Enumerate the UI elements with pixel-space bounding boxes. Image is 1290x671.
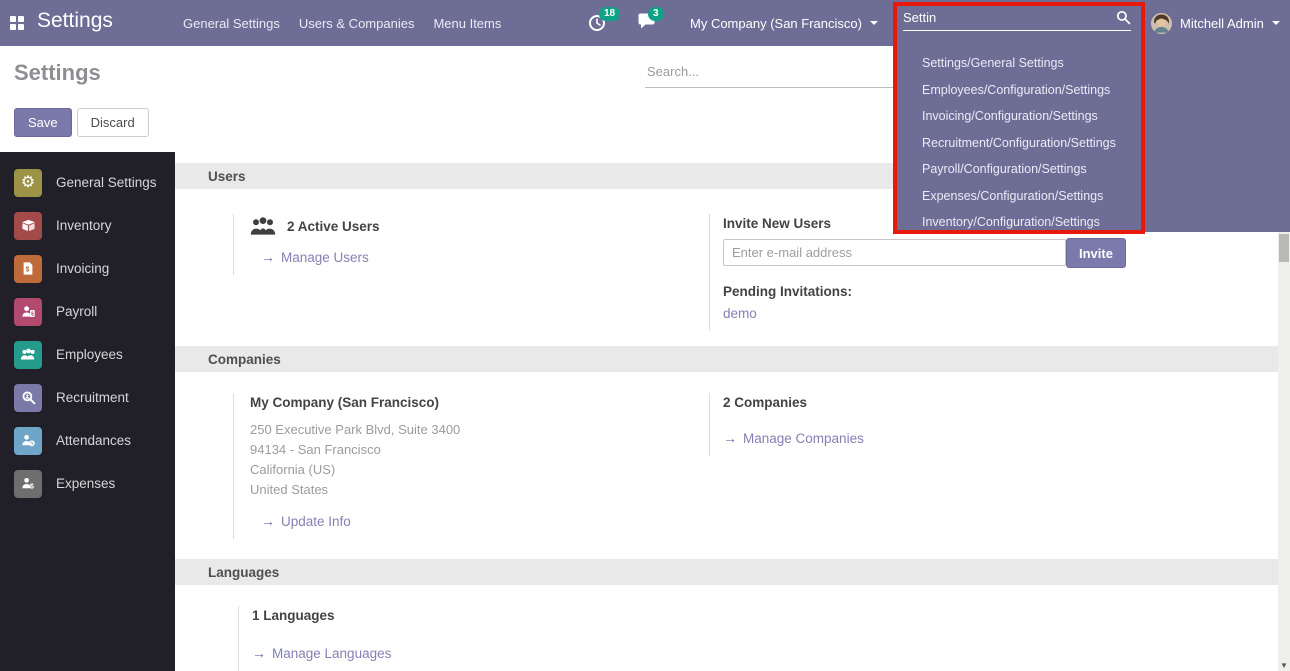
manage-companies-link[interactable]: → Manage Companies: [723, 430, 864, 446]
suggestion-inventory-settings[interactable]: Inventory/Configuration/Settings: [922, 209, 1290, 236]
app-title: Settings: [37, 9, 113, 33]
scrollbar-thumb[interactable]: [1279, 234, 1289, 262]
invite-email-input[interactable]: [723, 239, 1066, 266]
sidebar-item-inventory[interactable]: Inventory: [0, 204, 175, 247]
attendance-person-clock-icon: [14, 427, 42, 455]
activity-clock-button[interactable]: 18: [588, 13, 608, 33]
menu-item-general-settings[interactable]: General Settings: [183, 16, 280, 31]
payroll-person-icon: $: [14, 298, 42, 326]
address-line: United States: [250, 480, 653, 500]
active-users-count: 2 Active Users: [287, 219, 380, 234]
page-title: Settings: [14, 60, 101, 86]
settings-search: [645, 58, 893, 88]
employees-group-icon: [14, 341, 42, 369]
save-button[interactable]: Save: [14, 108, 72, 137]
arrow-right-icon: →: [252, 645, 266, 661]
svg-text:$: $: [26, 267, 30, 274]
address-line: 250 Executive Park Blvd, Suite 3400: [250, 420, 653, 440]
recruitment-magnifier-icon: [14, 384, 42, 412]
manage-users-link[interactable]: → Manage Users: [261, 249, 369, 265]
user-menu[interactable]: Mitchell Admin: [1151, 0, 1280, 46]
sidebar-item-label: Expenses: [56, 476, 115, 491]
apps-grid-icon: [10, 16, 24, 30]
sidebar-item-label: Recruitment: [56, 390, 129, 405]
arrow-right-icon: →: [723, 430, 737, 446]
company-selector[interactable]: My Company (San Francisco): [690, 0, 878, 46]
section-header-companies: Companies: [175, 346, 1278, 372]
active-users-block: 2 Active Users → Manage Users: [233, 214, 633, 275]
control-buttons: Save Discard: [14, 108, 149, 137]
arrow-right-icon: →: [261, 249, 275, 265]
languages-block: 1 Languages → Manage Languages: [238, 606, 638, 671]
inventory-box-icon: [14, 212, 42, 240]
suggestion-list: Settings/General Settings Employees/Conf…: [895, 46, 1290, 236]
sidebar-item-label: Employees: [56, 347, 123, 362]
sidebar-item-label: General Settings: [56, 175, 157, 190]
manage-languages-link[interactable]: → Manage Languages: [252, 645, 391, 661]
sidebar-item-label: Invoicing: [56, 261, 109, 276]
settings-search-input[interactable]: [645, 58, 893, 88]
sidebar-item-employees[interactable]: Employees: [0, 333, 175, 376]
pending-invitation-demo-link[interactable]: demo: [723, 306, 757, 321]
update-info-link[interactable]: → Update Info: [261, 513, 351, 529]
suggestion-expenses-settings[interactable]: Expenses/Configuration/Settings: [922, 183, 1290, 210]
odoo-settings-screen: Settings General Settings Users & Compan…: [0, 0, 1290, 671]
apps-menu-button[interactable]: [0, 0, 34, 46]
invoice-document-icon: $: [14, 255, 42, 283]
vertical-scrollbar[interactable]: ▼: [1278, 232, 1290, 671]
pending-invitations-label: Pending Invitations:: [723, 284, 1129, 299]
languages-count: 1 Languages: [252, 608, 638, 623]
sidebar-item-label: Attendances: [56, 433, 131, 448]
search-icon[interactable]: [1116, 10, 1131, 25]
suggestion-recruitment-settings[interactable]: Recruitment/Configuration/Settings: [922, 130, 1290, 157]
company-info-block: My Company (San Francisco) 250 Executive…: [233, 393, 653, 539]
settings-sidebar: ⚙ General Settings Inventory $ Invoicing…: [0, 152, 175, 671]
svg-text:$: $: [31, 311, 34, 317]
top-navbar: Settings General Settings Users & Compan…: [0, 0, 1290, 46]
sidebar-item-label: Payroll: [56, 304, 97, 319]
sidebar-item-payroll[interactable]: $ Payroll: [0, 290, 175, 333]
scrollbar-down-arrow[interactable]: ▼: [1278, 661, 1290, 670]
gear-icon: ⚙: [14, 169, 42, 197]
chevron-down-icon: [1272, 21, 1280, 25]
user-avatar: [1151, 13, 1172, 34]
navbar-menu: General Settings Users & Companies Menu …: [183, 0, 501, 46]
menu-item-menu-items[interactable]: Menu Items: [433, 16, 501, 31]
company-name: My Company (San Francisco): [250, 395, 653, 410]
sidebar-item-invoicing[interactable]: $ Invoicing: [0, 247, 175, 290]
address-line: 94134 - San Francisco: [250, 440, 653, 460]
systray: 18 3: [588, 0, 657, 46]
sidebar-item-expenses[interactable]: $ Expenses: [0, 462, 175, 505]
navbar-search: [903, 10, 1131, 31]
companies-count: 2 Companies: [723, 395, 1009, 410]
activity-count-badge: 18: [599, 7, 620, 21]
suggestion-settings-general[interactable]: Settings/General Settings: [922, 50, 1290, 77]
sidebar-item-recruitment[interactable]: Recruitment: [0, 376, 175, 419]
suggestion-invoicing-settings[interactable]: Invoicing/Configuration/Settings: [922, 103, 1290, 130]
message-count-badge: 3: [648, 7, 664, 21]
navbar-search-input[interactable]: [903, 10, 1116, 25]
discard-button[interactable]: Discard: [77, 108, 149, 137]
user-name: Mitchell Admin: [1180, 16, 1264, 31]
invite-button[interactable]: Invite: [1066, 238, 1126, 268]
suggestion-payroll-settings[interactable]: Payroll/Configuration/Settings: [922, 156, 1290, 183]
arrow-right-icon: →: [261, 513, 275, 529]
search-suggestions-panel: Settings/General Settings Employees/Conf…: [895, 46, 1290, 232]
sidebar-item-attendances[interactable]: Attendances: [0, 419, 175, 462]
address-line: California (US): [250, 460, 653, 480]
suggestion-employees-settings[interactable]: Employees/Configuration/Settings: [922, 77, 1290, 104]
users-group-icon: [250, 216, 276, 236]
expenses-person-dollar-icon: $: [14, 470, 42, 498]
chevron-down-icon: [870, 21, 878, 25]
svg-text:$: $: [30, 484, 34, 491]
companies-count-block: 2 Companies → Manage Companies: [709, 393, 1009, 456]
messages-button[interactable]: 3: [637, 13, 657, 33]
sidebar-item-label: Inventory: [56, 218, 112, 233]
section-header-languages: Languages: [175, 559, 1278, 585]
company-selector-label: My Company (San Francisco): [690, 16, 862, 31]
company-address: 250 Executive Park Blvd, Suite 3400 9413…: [250, 420, 653, 500]
sidebar-item-general-settings[interactable]: ⚙ General Settings: [0, 161, 175, 204]
menu-item-users-companies[interactable]: Users & Companies: [299, 16, 415, 31]
